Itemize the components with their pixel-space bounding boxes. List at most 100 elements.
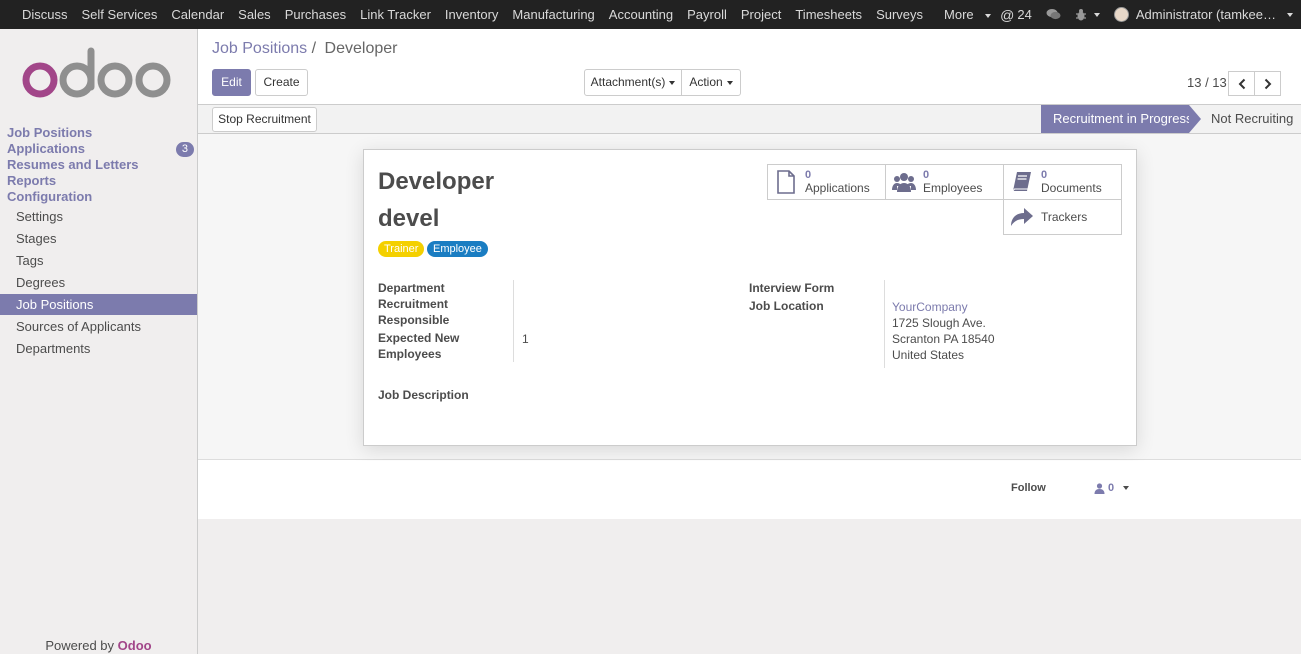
menu-surveys[interactable]: Surveys: [869, 7, 930, 22]
at-icon: @: [1000, 6, 1015, 23]
mentions-button[interactable]: @ 24: [1000, 7, 1032, 23]
sidebar-item-configuration[interactable]: Configuration: [7, 189, 92, 204]
app-menu: Discuss Self Services Calendar Sales Pur…: [0, 7, 998, 22]
employees-label: Employees: [923, 181, 983, 195]
followers-dropdown[interactable]: 0: [1094, 482, 1130, 494]
user-name: Administrator (tamkee…: [1135, 7, 1276, 22]
documents-count: 0: [1041, 169, 1048, 181]
interview-form-label: Interview Form: [749, 281, 835, 295]
bug-icon: [1075, 9, 1086, 21]
menu-manufacturing[interactable]: Manufacturing: [505, 7, 601, 22]
menu-purchases[interactable]: Purchases: [278, 7, 353, 22]
chevron-down-icon: [1287, 12, 1293, 17]
applications-smart-button[interactable]: 0 Applications: [767, 164, 886, 200]
sidebar-item-applications[interactable]: Applications: [7, 141, 85, 156]
sidebar-item-resumes[interactable]: Resumes and Letters: [7, 157, 139, 172]
sidebar-item-sources[interactable]: Sources of Applicants: [0, 316, 197, 337]
menu-discuss[interactable]: Discuss: [15, 7, 75, 22]
employees-smart-button[interactable]: 0 Employees: [885, 164, 1004, 200]
department-label: Department: [378, 281, 445, 295]
documents-smart-button[interactable]: 0 Documents: [1003, 164, 1122, 200]
applications-label: Applications: [805, 181, 870, 195]
attachments-dropdown[interactable]: Attachment(s): [584, 69, 682, 96]
chevron-down-icon: [1093, 12, 1100, 17]
menu-calendar[interactable]: Calendar: [164, 7, 231, 22]
pager-value[interactable]: 13 / 13: [1187, 75, 1227, 90]
top-navbar: Discuss Self Services Calendar Sales Pur…: [0, 0, 1301, 29]
powered-by: Powered by Odoo: [0, 638, 197, 653]
messaging-button[interactable]: [1046, 8, 1061, 21]
trackers-smart-button[interactable]: Trackers: [1003, 199, 1122, 235]
menu-inventory[interactable]: Inventory: [438, 7, 505, 22]
form-statusbar: Stop Recruitment Recruitment in Progress…: [198, 104, 1301, 134]
create-button[interactable]: Create: [255, 69, 308, 96]
user-menu[interactable]: Administrator (tamkee…: [1113, 7, 1293, 22]
sidebar-item-stages[interactable]: Stages: [0, 228, 197, 249]
menu-timesheets[interactable]: Timesheets: [788, 7, 869, 22]
book-icon: [1012, 172, 1031, 192]
follow-button[interactable]: Follow: [1011, 482, 1046, 494]
breadcrumb: Job Positions / Developer: [212, 40, 397, 58]
menu-link-tracker[interactable]: Link Tracker: [353, 7, 438, 22]
recruitment-responsible-label: Recruitment Responsible: [378, 297, 450, 327]
documents-label: Documents: [1041, 181, 1102, 195]
chevron-down-icon: [984, 13, 991, 18]
odoo-logo[interactable]: [22, 47, 176, 106]
trackers-label: Trackers: [1041, 210, 1088, 224]
sidebar-item-job-positions[interactable]: Job Positions: [7, 125, 92, 140]
employees-count: 0: [923, 169, 930, 181]
address-line-3: United States: [892, 348, 965, 362]
share-icon: [1011, 208, 1033, 226]
chevron-left-icon: [1238, 78, 1245, 89]
sidebar: Job Positions Applications 3 Resumes and…: [0, 29, 198, 654]
menu-accounting[interactable]: Accounting: [602, 7, 680, 22]
menu-sales[interactable]: Sales: [231, 7, 278, 22]
stage-not-recruiting[interactable]: Not Recruiting: [1211, 105, 1293, 133]
tag-employee[interactable]: Employee: [427, 241, 488, 257]
breadcrumb-current: Developer: [324, 40, 398, 57]
expected-new-employees-label: Expected New Employees: [378, 331, 460, 361]
applications-count: 0: [805, 169, 812, 181]
sidebar-item-departments[interactable]: Departments: [0, 338, 197, 359]
chevron-down-icon: [669, 80, 676, 85]
avatar: [1113, 7, 1129, 22]
file-icon: [777, 170, 795, 194]
tag-trainer[interactable]: Trainer: [378, 241, 425, 257]
sidebar-item-job-positions-config[interactable]: Job Positions: [0, 294, 197, 315]
user-icon: [1094, 482, 1105, 494]
users-icon: [892, 173, 916, 192]
edit-button[interactable]: Edit: [212, 69, 251, 96]
stop-recruitment-button[interactable]: Stop Recruitment: [212, 107, 317, 132]
expected-new-employees-value[interactable]: 1: [522, 331, 529, 347]
menu-more-label: More: [944, 7, 974, 22]
job-title: Developer: [378, 168, 495, 195]
menu-payroll[interactable]: Payroll: [680, 7, 734, 22]
pager-next-button[interactable]: [1254, 71, 1281, 96]
powered-by-text: Powered by: [45, 638, 115, 653]
sidebar-item-degrees[interactable]: Degrees: [0, 272, 197, 293]
menu-self-services[interactable]: Self Services: [75, 7, 165, 22]
action-label: Action: [689, 75, 723, 89]
page-bottom-background: [198, 519, 1301, 654]
chatter: Follow 0: [198, 461, 1301, 519]
chevron-right-icon: [1264, 78, 1271, 89]
sidebar-item-reports[interactable]: Reports: [7, 173, 56, 188]
breadcrumb-job-positions[interactable]: Job Positions: [212, 40, 307, 57]
form-sheet: Developer devel Trainer Employee 0 Appli…: [363, 149, 1137, 446]
menu-project[interactable]: Project: [734, 7, 788, 22]
powered-by-link[interactable]: Odoo: [118, 638, 152, 653]
address-line-1: 1725 Slough Ave.: [892, 316, 986, 330]
stage-recruitment-in-progress[interactable]: Recruitment in Progress: [1041, 105, 1201, 133]
sidebar-item-tags[interactable]: Tags: [0, 250, 197, 271]
menu-more[interactable]: More: [930, 7, 998, 22]
debug-button[interactable]: [1075, 8, 1100, 21]
company-link[interactable]: YourCompany: [892, 299, 968, 315]
mentions-count: 24: [1017, 7, 1032, 22]
sidebar-item-settings[interactable]: Settings: [0, 206, 197, 227]
attachments-label: Attachment(s): [590, 75, 666, 89]
right-group-divider: [884, 280, 885, 368]
pager-previous-button[interactable]: [1228, 71, 1255, 96]
job-description-label: Job Description: [378, 388, 469, 402]
action-dropdown[interactable]: Action: [681, 69, 741, 96]
followers-count: 0: [1108, 482, 1115, 494]
